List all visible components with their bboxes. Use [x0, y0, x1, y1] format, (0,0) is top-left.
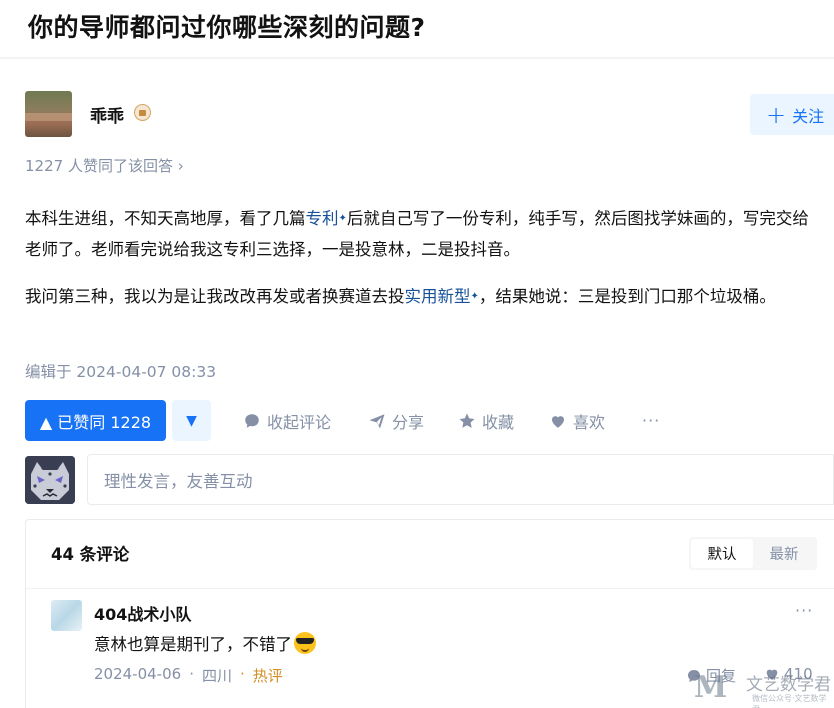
comments-divider	[26, 588, 834, 589]
favorite-button[interactable]: 收藏	[458, 400, 514, 441]
like-button[interactable]: 喜欢	[549, 400, 605, 441]
question-title[interactable]: 你的导师都问过你哪些深刻的问题?	[28, 8, 426, 44]
comment-input[interactable]: 理性发言，友善互动	[87, 454, 834, 505]
snow-leopard-avatar-icon	[25, 456, 75, 504]
answer-paragraph: 本科生进组，不知天高地厚，看了几篇专利✦后就自己写了一份专利，纯手写，然后图找学…	[25, 203, 825, 265]
vote-down-button[interactable]: ▼	[172, 400, 211, 441]
keyword-link-utility-model[interactable]: 实用新型✦	[405, 287, 479, 306]
vote-up-button[interactable]: ▲ 已赞同 1228	[25, 400, 166, 441]
favorite-label: 收藏	[482, 412, 515, 432]
comment-sort-tabs: 默认 最新	[689, 537, 817, 570]
watermark: M 文艺数学君 微信公众号·文艺数学君	[694, 668, 834, 708]
hot-comment-tag: 热评	[252, 667, 283, 685]
collapse-comments-button[interactable]: 收起评论	[243, 400, 331, 441]
action-bar: ▲ 已赞同 1228 ▼ 收起评论 分享 收藏 喜欢 ···	[25, 400, 834, 441]
sparkle-icon: ✦	[338, 213, 347, 224]
comment-body: 意林也算是期刊了，不错了	[94, 635, 292, 654]
watermark-logo: M	[694, 670, 728, 705]
comment-meta: 2024-04-06 · 四川 · 热评	[94, 665, 283, 686]
my-avatar[interactable]	[25, 456, 75, 504]
comment-count: 44 条评论	[51, 545, 130, 564]
author-avatar[interactable]	[25, 91, 72, 137]
keyword-text: 实用新型	[404, 287, 471, 306]
badge-icon	[134, 104, 151, 121]
vote-count-line[interactable]: 1227 人赞同了该回答 ›	[25, 155, 184, 176]
comment-avatar[interactable]	[51, 600, 82, 631]
keyword-link-patent[interactable]: 专利✦	[306, 209, 347, 228]
comment-input-placeholder: 理性发言，友善互动	[104, 471, 253, 491]
like-label: 喜欢	[573, 412, 606, 432]
comment-author[interactable]: 404战术小队	[94, 601, 191, 625]
sort-tab-latest[interactable]: 最新	[753, 539, 815, 568]
comment-location: 四川	[201, 667, 232, 685]
answer-paragraph: 我问第三种，我以为是让我改改再发或者换赛道去投实用新型✦，结果她说：三是投到门口…	[25, 281, 825, 312]
sparkle-icon: ✦	[470, 291, 479, 302]
share-label: 分享	[392, 412, 425, 432]
comment-label: 收起评论	[267, 412, 332, 432]
comment-more-button[interactable]: ···	[795, 601, 813, 620]
follow-label: 关注	[792, 106, 825, 126]
more-actions-button[interactable]: ···	[642, 400, 660, 441]
comment-date: 2024-04-06	[94, 665, 182, 683]
watermark-subtext: 微信公众号·文艺数学君	[752, 694, 827, 708]
answer-text: 本科生进组，不知天高地厚，看了几篇	[25, 209, 306, 228]
watermark-text: 文艺数学君	[746, 675, 831, 695]
reply-row: 理性发言，友善互动	[25, 454, 834, 506]
answer-text: 我问第三种，我以为是让我改改再发或者换赛道去投	[25, 287, 405, 306]
keyword-text: 专利	[305, 209, 339, 228]
answer-text: ，结果她说：三是投到门口那个垃圾桶。	[478, 287, 776, 306]
share-icon	[369, 413, 385, 428]
comment-text: 意林也算是期刊了，不错了	[94, 631, 316, 655]
plus-icon: +	[766, 100, 787, 129]
answer-content: 本科生进组，不知天高地厚，看了几篇专利✦后就自己写了一份专利，纯手写，然后图找学…	[25, 203, 825, 312]
title-divider	[0, 57, 834, 59]
star-icon	[459, 413, 475, 428]
author-name[interactable]: 乖乖	[90, 102, 124, 127]
sunglasses-emoji-icon	[294, 632, 316, 654]
sort-tab-default[interactable]: 默认	[691, 539, 753, 568]
author-row: 乖乖 + 关注	[25, 91, 834, 139]
follow-button[interactable]: + 关注	[750, 94, 834, 135]
comment-icon	[245, 413, 259, 428]
meta-dot: ·	[189, 665, 194, 683]
share-button[interactable]: 分享	[368, 400, 424, 441]
meta-dot: ·	[239, 665, 245, 683]
heart-icon	[552, 415, 564, 428]
edited-time[interactable]: 编辑于 2024-04-07 08:33	[25, 360, 216, 382]
